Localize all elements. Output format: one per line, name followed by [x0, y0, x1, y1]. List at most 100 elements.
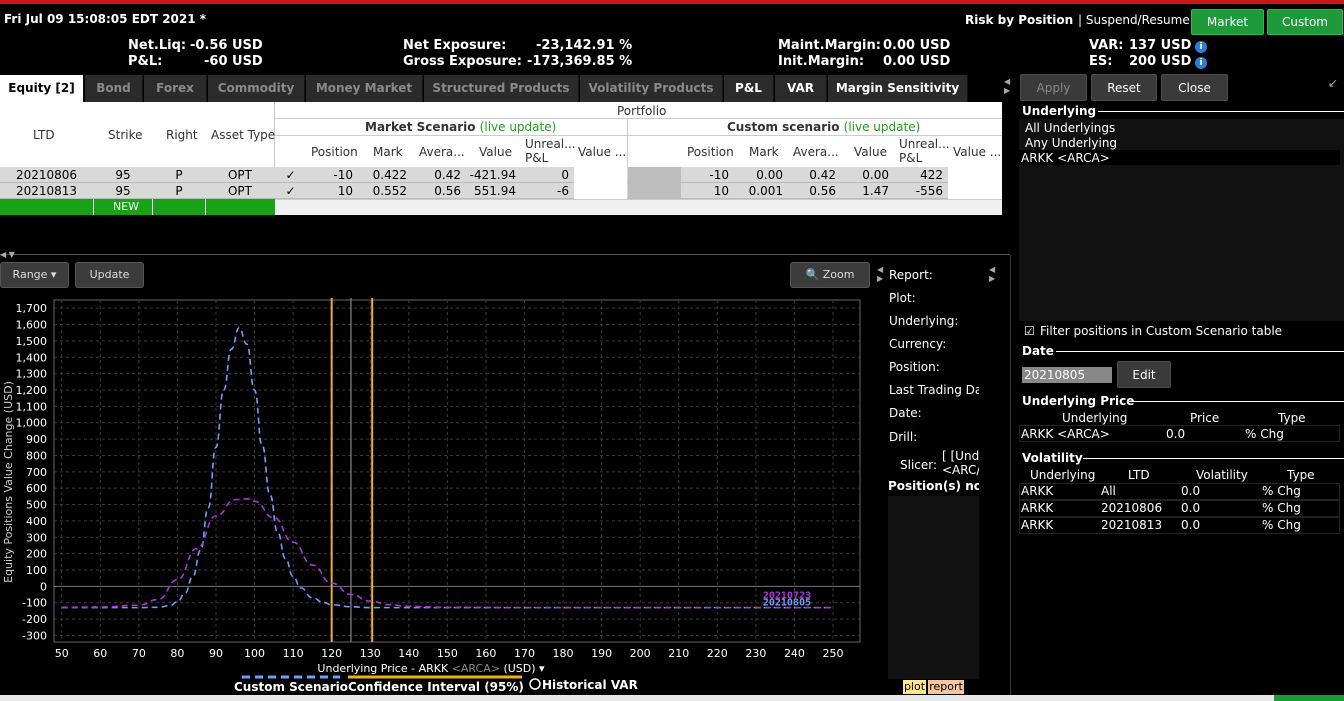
edit-date-button[interactable]: Edit: [1117, 361, 1171, 388]
tab-structured-products[interactable]: Structured Products: [424, 75, 579, 102]
filter-checkbox-icon[interactable]: ☑: [1024, 324, 1035, 338]
report-scroll-icon[interactable]: ◀ ▶: [989, 265, 995, 283]
checkbox-icon[interactable]: ✓: [275, 184, 306, 199]
col-c-mark[interactable]: Mark: [749, 145, 779, 159]
tab-equity[interactable]: Equity [2]: [0, 75, 84, 102]
vol-cell[interactable]: % Chg: [1262, 501, 1301, 515]
legend-historical-var-radio[interactable]: [529, 678, 541, 690]
col-c-position[interactable]: Position: [687, 145, 734, 159]
vol-cell[interactable]: 0.0: [1181, 518, 1200, 532]
gross-exposure-value: -173,369.85 %: [527, 54, 633, 69]
plot-tab[interactable]: plot: [903, 680, 926, 694]
tab-var[interactable]: VAR: [775, 75, 827, 102]
tab-bond[interactable]: Bond: [85, 75, 143, 102]
underlying-section-title: Underlying: [1022, 104, 1097, 118]
table-cell: -421.94: [469, 168, 516, 182]
vol-cell[interactable]: 0.0: [1181, 501, 1200, 515]
title-bar: Fri Jul 09 15:08:05 EDT 2021 * Risk by P…: [0, 4, 1344, 35]
col-m-mark[interactable]: Mark: [373, 145, 403, 159]
panel-divider: [1010, 255, 1011, 695]
market-button[interactable]: Market: [1191, 9, 1264, 35]
table-cell: P: [175, 184, 183, 198]
y-tick-label: -300: [22, 629, 47, 642]
vol-cell[interactable]: % Chg: [1262, 518, 1301, 532]
x-axis-label: Underlying Price - ARKK <ARCA> (USD) ▾: [317, 662, 545, 675]
x-tick-label: 170: [514, 647, 535, 660]
legend-confidence-interval: Confidence Interval (95%): [348, 680, 524, 694]
x-tick-label: 110: [283, 647, 304, 660]
x-tick-label: 80: [170, 647, 184, 660]
var-info-icon[interactable]: i: [1195, 39, 1207, 53]
underlying-item-arkk[interactable]: ARKK <ARCA>: [1021, 151, 1110, 165]
update-button[interactable]: Update: [75, 262, 144, 288]
uprice-row-type[interactable]: % Chg: [1245, 427, 1284, 441]
volatility-section-title: Volatility: [1022, 451, 1083, 465]
es-value: 200 USD: [1129, 54, 1192, 69]
underlying-item-any[interactable]: Any Underlying: [1025, 136, 1117, 150]
undock-icon[interactable]: ↙: [1328, 76, 1338, 90]
tab-pnl[interactable]: P&L: [724, 75, 774, 102]
x-tick-label: 130: [360, 647, 381, 660]
date-input[interactable]: 20210805: [1022, 367, 1112, 383]
vol-col-type: Type: [1287, 468, 1315, 482]
y-tick-label: -100: [22, 597, 47, 610]
x-tick-label: 120: [321, 647, 342, 660]
col-c-value-more[interactable]: Value ...: [953, 145, 1001, 159]
chart-pane-scroll-icon[interactable]: ◀ ▶: [877, 265, 883, 283]
var-label: VAR:: [1089, 38, 1124, 53]
tab-margin-sensitivity[interactable]: Margin Sensitivity: [828, 75, 968, 102]
col-m-position[interactable]: Position: [311, 145, 358, 159]
uprice-row-price[interactable]: 0.0: [1166, 427, 1185, 441]
col-asset-type[interactable]: Asset Type: [211, 128, 275, 142]
col-c-unrealized-pnl[interactable]: Unreal... P&L: [899, 137, 949, 165]
vol-cell[interactable]: 0.0: [1181, 484, 1200, 498]
col-m-unrealized-pnl[interactable]: Unreal... P&L: [525, 137, 577, 165]
table-cell: 0.56: [434, 184, 461, 198]
col-m-average[interactable]: Avera...: [419, 145, 465, 159]
status-indicator: [1274, 695, 1344, 701]
tab-money-market[interactable]: Money Market: [306, 75, 423, 102]
tab-volatility-products[interactable]: Volatility Products: [580, 75, 723, 102]
series-label-20210723: 20210723: [763, 591, 811, 602]
x-tick-label: 240: [784, 647, 805, 660]
custom-button[interactable]: Custom: [1267, 9, 1343, 35]
apply-button[interactable]: Apply: [1020, 74, 1087, 101]
table-cell: 10: [713, 184, 729, 198]
underlying-price-section-line: [1132, 401, 1344, 402]
close-button[interactable]: Close: [1161, 74, 1228, 101]
x-axis-label-tail[interactable]: (USD) ▾: [500, 662, 545, 675]
x-axis-label-exchange: <ARCA>: [452, 662, 500, 675]
mode-label: Risk by Position: [965, 13, 1074, 27]
checkbox-icon[interactable]: ✓: [275, 168, 306, 183]
volatility-section-line: [1083, 458, 1344, 459]
report-tab[interactable]: report: [928, 680, 964, 694]
new-row-label[interactable]: NEW: [113, 200, 139, 213]
underlying-price-section-title: Underlying Price: [1022, 394, 1135, 408]
col-strike[interactable]: Strike: [108, 128, 143, 142]
col-right[interactable]: Right: [166, 128, 198, 142]
es-info-icon[interactable]: i: [1195, 55, 1207, 69]
tab-scroll-icon[interactable]: ◀ ▶: [1004, 77, 1010, 95]
pane-collapse-icon[interactable]: ◀ ▼: [0, 250, 15, 259]
col-m-value[interactable]: Value: [479, 145, 512, 159]
col-c-value[interactable]: Value: [854, 145, 887, 159]
table-cell: 20210806: [15, 168, 78, 182]
col-ltd[interactable]: LTD: [33, 128, 55, 142]
tab-forex[interactable]: Forex: [144, 75, 207, 102]
col-c-average[interactable]: Avera...: [793, 145, 839, 159]
vol-cell[interactable]: % Chg: [1262, 484, 1301, 498]
pnl-chart[interactable]: 50 60 70 80 90 100 110 120 130 140 150 160 170 180 190…: [0, 292, 880, 701]
range-dropdown[interactable]: Range ▾: [0, 262, 69, 288]
col-m-value-more[interactable]: Value ...: [578, 145, 626, 159]
slicer-label: Slicer:: [900, 458, 938, 472]
table-cell: 0.00: [756, 168, 783, 182]
pane-divider: [0, 254, 1010, 255]
tab-commodity[interactable]: Commodity: [208, 75, 305, 102]
table-cell: 95: [115, 184, 131, 198]
vol-cell: ARKK: [1021, 518, 1054, 532]
table-cell: 0.42: [809, 168, 836, 182]
reset-button[interactable]: Reset: [1091, 74, 1157, 101]
vol-col-underlying: Underlying: [1030, 468, 1096, 482]
netliq-label: Net.Liq:: [128, 38, 187, 53]
underlying-item-all[interactable]: All Underlyings: [1025, 121, 1115, 135]
